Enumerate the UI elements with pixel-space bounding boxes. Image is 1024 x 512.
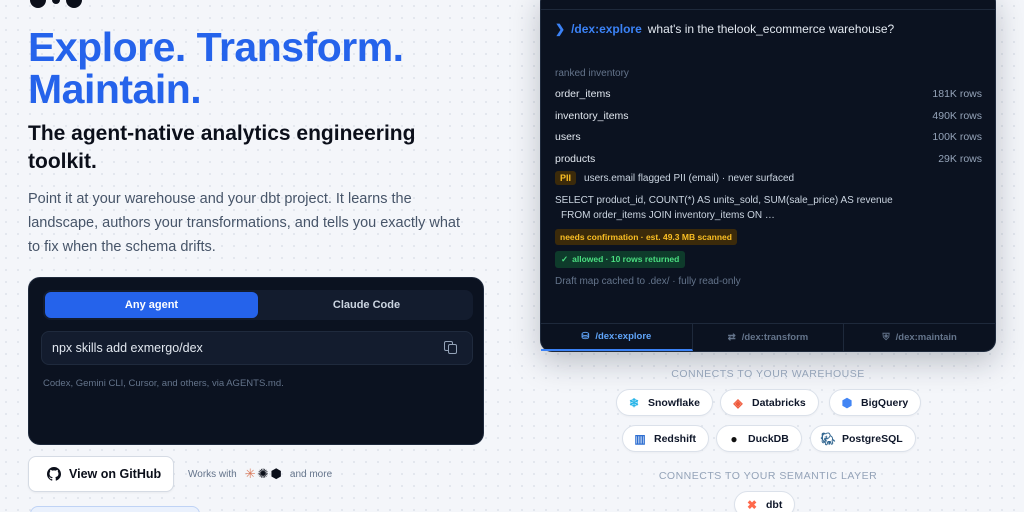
subheadline: The agent-native analytics engineering t… [28, 122, 416, 173]
prompt-text: what's in the thelook_ecommerce warehous… [647, 22, 895, 36]
confirmation-badge: needs confirmation · est. 49.3 MB scanne… [555, 229, 737, 245]
sql-line: SELECT product_id, COUNT(*) AS units_sol… [555, 195, 893, 206]
inventory-row: users 100K rows [555, 131, 982, 143]
github-button-label: View on GitHub [69, 467, 162, 481]
check-icon: ✓ [561, 254, 569, 264]
tab-maintain[interactable]: ⛨ /dex:maintain [844, 324, 995, 351]
git-icon: ⇄ [727, 332, 736, 343]
secondary-button[interactable] [30, 506, 200, 512]
redshift-icon: ▥ [634, 431, 646, 446]
install-card: Any agent Claude Code npx skills add exm… [28, 277, 484, 445]
works-with: Works with ✳ ✺ ⬢ and more [188, 467, 332, 481]
tab-maintain-label: /dex:maintain [895, 332, 957, 343]
view-on-github-button[interactable]: View on GitHub [28, 456, 174, 492]
table-name: inventory_items [555, 110, 629, 122]
database-icon: ⛁ [581, 331, 590, 342]
hero-description: Point it at your warehouse and your dbt … [28, 191, 461, 255]
bigquery-icon: ⬢ [841, 395, 853, 410]
claude-icon: ✳ [244, 466, 256, 481]
duckdb-icon: ● [730, 431, 738, 446]
inventory-row: order_items 181K rows [555, 88, 982, 100]
chip-dbt[interactable]: ✖ dbt [734, 491, 796, 512]
chip-databricks[interactable]: ◈ Databricks [720, 389, 819, 416]
snowflake-icon: ❄ [628, 395, 640, 410]
dbt-icon: ✖ [746, 497, 758, 512]
table-name: products [555, 153, 596, 165]
chip-snowflake[interactable]: ❄ Snowflake [616, 389, 713, 416]
semantic-section-label: CONNECTS TO YOUR SEMANTIC LAYER [658, 470, 878, 482]
headline: Explore. Transform. Maintain. [28, 26, 448, 110]
sql-preview: SELECT product_id, COUNT(*) AS units_sol… [555, 194, 985, 223]
pii-text: users.email flagged PII (email) · never … [584, 172, 795, 184]
chip-label: Databricks [752, 396, 806, 409]
terminal-prompt: ❯ /dex:explore what's in the thelook_eco… [555, 22, 894, 36]
table-name: order_items [555, 88, 611, 100]
row-count: 29K rows [938, 153, 982, 165]
headline-line-2: Maintain. [28, 66, 202, 112]
chip-label: Redshift [654, 432, 696, 445]
prompt-command: /dex:explore [571, 22, 642, 36]
chip-redshift[interactable]: ▥ Redshift [622, 425, 709, 452]
tab-explore-label: /dex:explore [595, 331, 652, 342]
shield-icon: ⛨ [882, 332, 890, 343]
chip-label: DuckDB [748, 432, 789, 445]
chip-postgresql[interactable]: 🐘︎ PostgreSQL [810, 425, 916, 452]
install-command-text: npx skills add exmergo/dex [52, 341, 203, 355]
pii-warning: PII users.email flagged PII (email) · ne… [555, 171, 794, 185]
row-count: 100K rows [932, 131, 982, 143]
chip-label: Snowflake [648, 396, 700, 409]
table-name: users [555, 131, 581, 143]
terminal-tabs: ⛁ /dex:explore ⇄ /dex:transform ⛨ /dex:m… [541, 323, 995, 351]
install-command[interactable]: npx skills add exmergo/dex [41, 331, 473, 365]
inventory-label: ranked inventory [555, 68, 629, 79]
github-icon [47, 467, 61, 481]
databricks-icon: ◈ [733, 395, 743, 410]
chip-bigquery[interactable]: ⬢ BigQuery [829, 389, 922, 416]
openai-icon: ✺ [257, 466, 269, 481]
warehouse-section-label: CONNECTS TO YOUR WAREHOUSE [671, 368, 865, 380]
sql-line: FROM order_items JOIN inventory_items ON… [561, 209, 775, 221]
works-with-label: Works with [188, 468, 237, 480]
allowed-badge: ✓ allowed · 10 rows returned [555, 251, 686, 268]
agent-logos: ✳ ✺ ⬢ [245, 467, 282, 481]
allowed-text: allowed · 10 rows returned [572, 254, 680, 264]
terminal-window: ❯ /dex:explore what's in the thelook_eco… [540, 0, 996, 352]
install-note: Codex, Gemini CLI, Cursor, and others, v… [43, 378, 284, 389]
postgresql-icon: 🐘︎ [820, 431, 836, 446]
inventory-row: inventory_items 490K rows [555, 110, 982, 122]
chip-label: dbt [766, 498, 783, 511]
terminal-divider [541, 9, 995, 10]
tab-explore[interactable]: ⛁ /dex:explore [541, 324, 693, 351]
and-more-label: and more [289, 468, 333, 480]
chip-label: PostgreSQL [842, 432, 903, 445]
logo [30, 0, 82, 8]
row-count: 490K rows [932, 110, 982, 122]
prompt-chevron-icon: ❯ [555, 22, 566, 36]
tab-transform-label: /dex:transform [741, 332, 809, 343]
headline-line-1: Explore. Transform. [28, 24, 404, 70]
row-count: 181K rows [932, 88, 982, 100]
inventory-row: products 29K rows [555, 153, 982, 165]
copy-icon[interactable] [444, 341, 458, 355]
tab-any-agent[interactable]: Any agent [45, 292, 258, 318]
chip-label: BigQuery [861, 396, 909, 409]
cache-status: Draft map cached to .dex/ · fully read-o… [555, 276, 741, 287]
install-tabs: Any agent Claude Code [43, 290, 473, 320]
pii-badge: PII [555, 171, 577, 185]
tab-transform[interactable]: ⇄ /dex:transform [693, 324, 845, 351]
chip-duckdb[interactable]: ● DuckDB [716, 425, 802, 452]
tab-claude-code[interactable]: Claude Code [260, 290, 473, 320]
cursor-icon: ⬢ [270, 466, 282, 481]
